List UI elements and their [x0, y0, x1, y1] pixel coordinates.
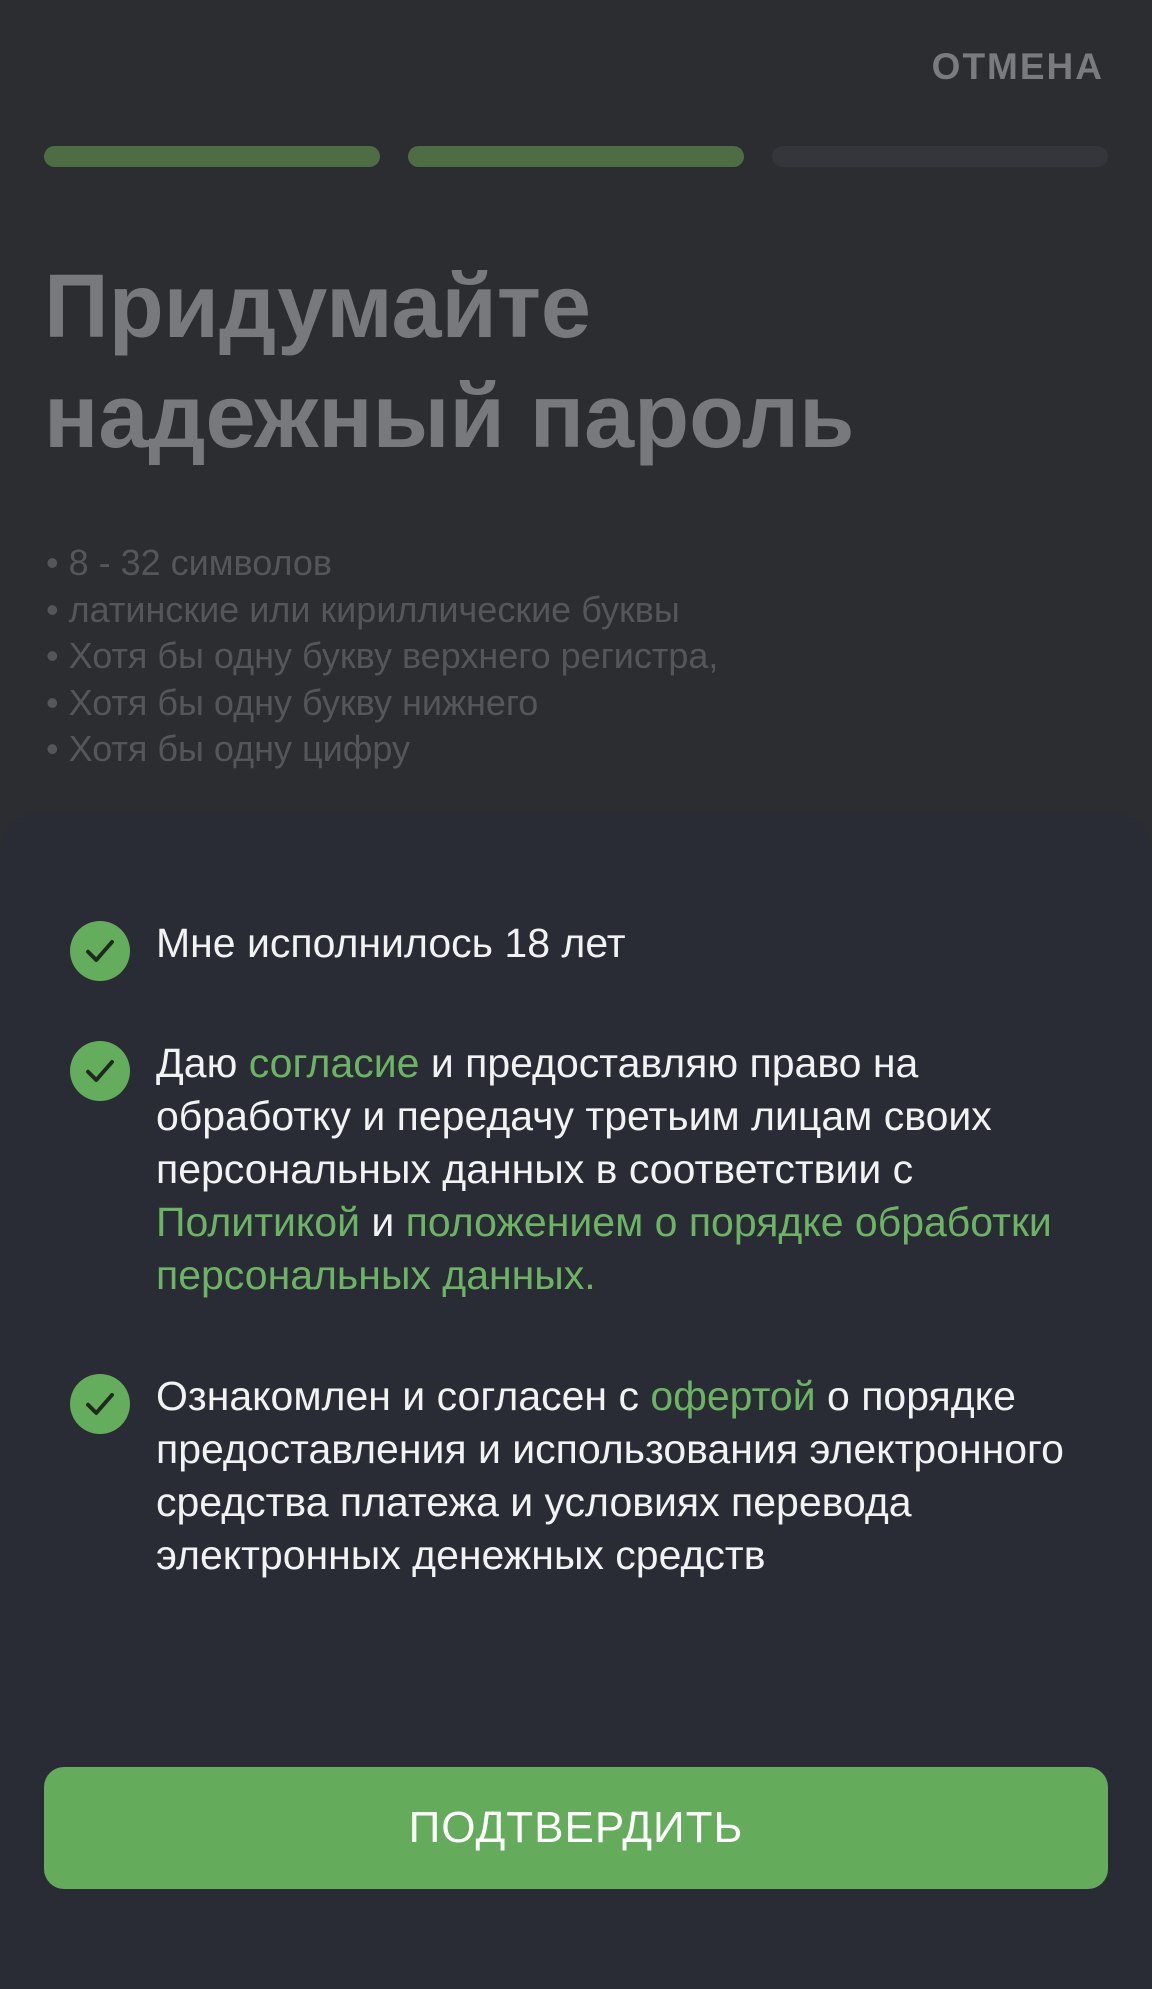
cancel-button[interactable]: ОТМЕНА [932, 46, 1104, 88]
consent-text-part: Ознакомлен и согласен с [156, 1373, 651, 1419]
consent-personal-data-text: Даю согласие и предоставляю право на обр… [156, 1037, 1110, 1302]
consent-age[interactable]: Мне исполнилось 18 лет [70, 917, 1110, 981]
progress-step-1 [44, 146, 380, 167]
consent-link[interactable]: согласие [249, 1040, 420, 1086]
confirm-button[interactable]: ПОДТВЕРДИТЬ [44, 1767, 1108, 1889]
page-title-line-1: Придумайте [44, 257, 591, 357]
consent-offer-text: Ознакомлен и согласен с офертой о порядк… [156, 1370, 1110, 1582]
password-rule: Хотя бы одну букву верхнего регистра, [46, 633, 719, 680]
password-rule: латинские или кириллические буквы [46, 587, 718, 634]
password-rule: 8 - 32 символов [46, 540, 718, 587]
checkmark-circle-icon[interactable] [70, 1041, 130, 1101]
page-title: Придумайте надежный пароль [44, 252, 1108, 472]
consent-text-part: Даю [156, 1040, 249, 1086]
progress-step-3 [772, 146, 1108, 167]
checkmark-circle-icon[interactable] [70, 921, 130, 981]
consent-personal-data[interactable]: Даю согласие и предоставляю право на обр… [70, 1037, 1110, 1302]
policy-link[interactable]: Политикой [156, 1199, 360, 1245]
consent-bottom-sheet: Мне исполнилось 18 лет Даю согласие и пр… [0, 813, 1152, 1989]
consent-offer[interactable]: Ознакомлен и согласен с офертой о порядк… [70, 1370, 1110, 1582]
offer-link[interactable]: офертой [650, 1373, 815, 1419]
checkmark-circle-icon[interactable] [70, 1374, 130, 1434]
progress-step-2 [408, 146, 744, 167]
password-rule: Хотя бы одну букву нижнего [46, 680, 718, 727]
consent-age-text: Мне исполнилось 18 лет [156, 920, 626, 966]
step-progress [44, 146, 1108, 167]
password-rule: Хотя бы одну цифру [46, 726, 718, 773]
password-setup-screen: ОТМЕНА Придумайте надежный пароль 8 - 32… [0, 0, 1152, 1989]
consent-text-part: и [359, 1199, 406, 1245]
page-title-line-2: надежный пароль [44, 367, 855, 467]
password-rules-list: 8 - 32 символов латинские или кирилличес… [46, 540, 719, 773]
